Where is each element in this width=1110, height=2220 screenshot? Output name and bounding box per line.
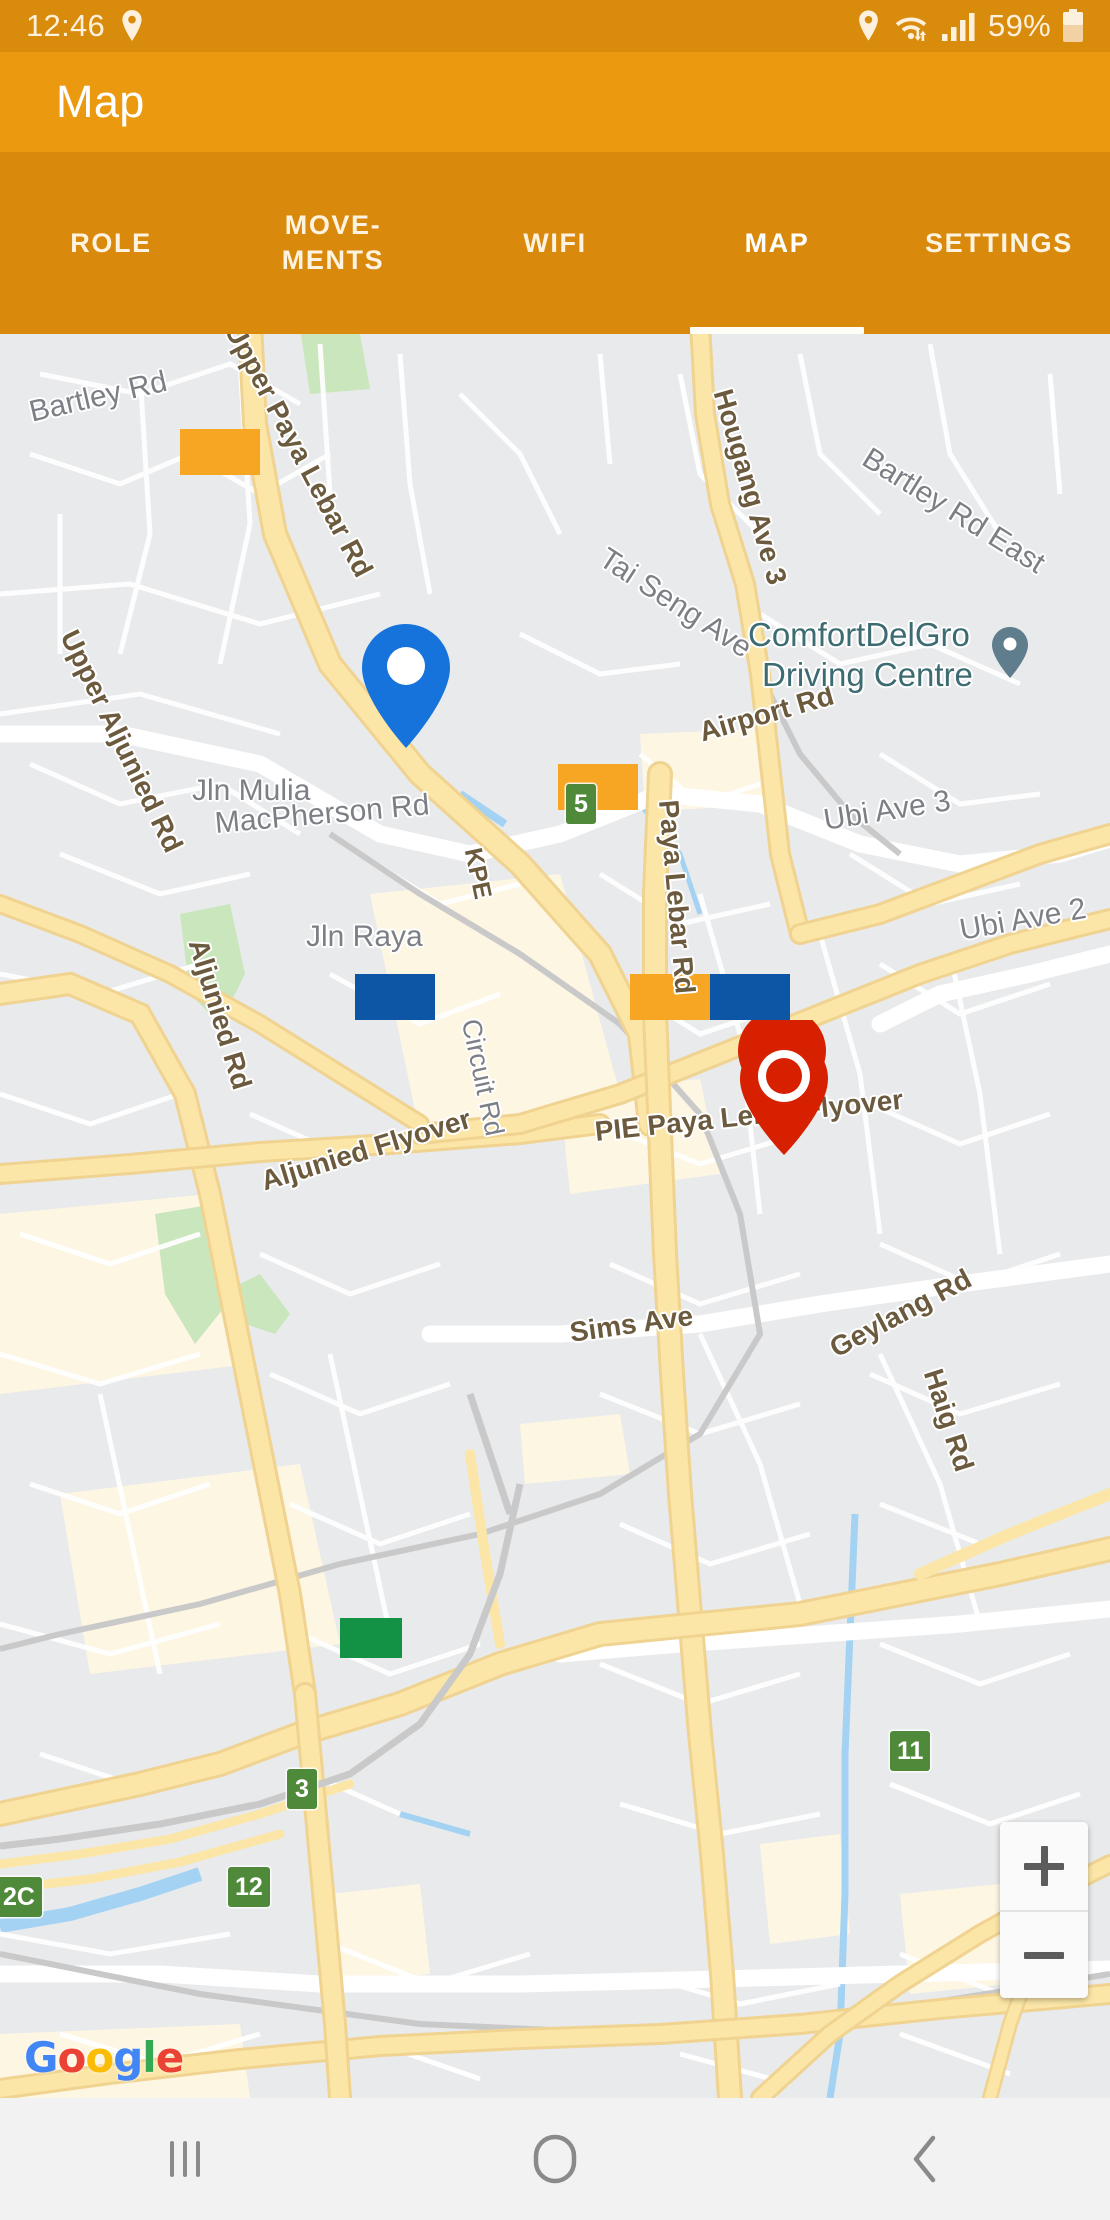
status-bar-left: 12:46 [26, 8, 145, 44]
shield-number: 3 [295, 1774, 309, 1803]
android-nav-bar [0, 2098, 1110, 2220]
highway-shield: 5 [566, 784, 596, 824]
tab-map[interactable]: MAP [666, 152, 888, 334]
zoom-in-button[interactable] [1000, 1822, 1088, 1910]
back-button[interactable] [835, 2109, 1015, 2209]
page-title: Map [56, 76, 145, 127]
battery-icon [1063, 9, 1083, 42]
battery-percent: 59% [988, 8, 1051, 43]
status-bar: 12:46 59% [0, 0, 1110, 52]
blue-rect-jlnraya [355, 974, 435, 1020]
home-icon [533, 2134, 577, 2184]
tab-settings[interactable]: SETTINGS [888, 152, 1110, 334]
tab-bar: ROLE MOVE- MENTS WIFI MAP SETTINGS [0, 152, 1110, 334]
shield-number: 2C [3, 1882, 35, 1911]
highway-shield: 3 [287, 1769, 317, 1809]
tab-label: SETTINGS [925, 227, 1073, 258]
orange-rect-payalebar [630, 974, 710, 1020]
cellular-signal-icon [942, 13, 975, 41]
back-chevron-icon [913, 2135, 936, 2183]
google-logo: Google [24, 2033, 184, 2082]
tab-active-indicator [690, 327, 864, 334]
zoom-out-button[interactable] [1000, 1910, 1088, 1998]
tab-label: MAP [744, 227, 810, 258]
tab-wifi[interactable]: WIFI [444, 152, 666, 334]
zoom-controls [1000, 1822, 1088, 1998]
map-canvas[interactable]: 5 11 3 12 2C Upper Paya Lebar Rd Bartley… [0, 334, 1110, 2098]
shield-number: 12 [235, 1872, 263, 1901]
status-bar-right: 59% [856, 8, 1084, 44]
recents-icon [170, 2141, 200, 2177]
wifi-icon [895, 17, 927, 41]
orange-rect-bartley [180, 429, 260, 475]
tab-movements[interactable]: MOVE- MENTS [222, 152, 444, 334]
tab-role[interactable]: ROLE [0, 152, 222, 334]
highway-shield: 11 [890, 1731, 931, 1771]
location-pin-icon [859, 10, 878, 41]
home-button[interactable] [465, 2109, 645, 2209]
map-vector-layer [0, 334, 1110, 2098]
highway-shield: 12 [228, 1867, 270, 1907]
app-bar: Map [0, 52, 1110, 152]
status-time: 12:46 [26, 8, 106, 43]
blue-rect-payalebar [710, 974, 790, 1020]
highway-shield: 2C [0, 1877, 42, 1917]
recents-button[interactable] [95, 2109, 275, 2209]
shield-number: 5 [574, 789, 588, 818]
tab-label: WIFI [523, 227, 587, 258]
tab-label: ROLE [70, 227, 152, 258]
shield-number: 11 [897, 1736, 924, 1765]
green-rect-aljunied [340, 1618, 402, 1658]
tab-label: MOVE- MENTS [281, 210, 385, 275]
location-pin-icon [122, 10, 142, 41]
